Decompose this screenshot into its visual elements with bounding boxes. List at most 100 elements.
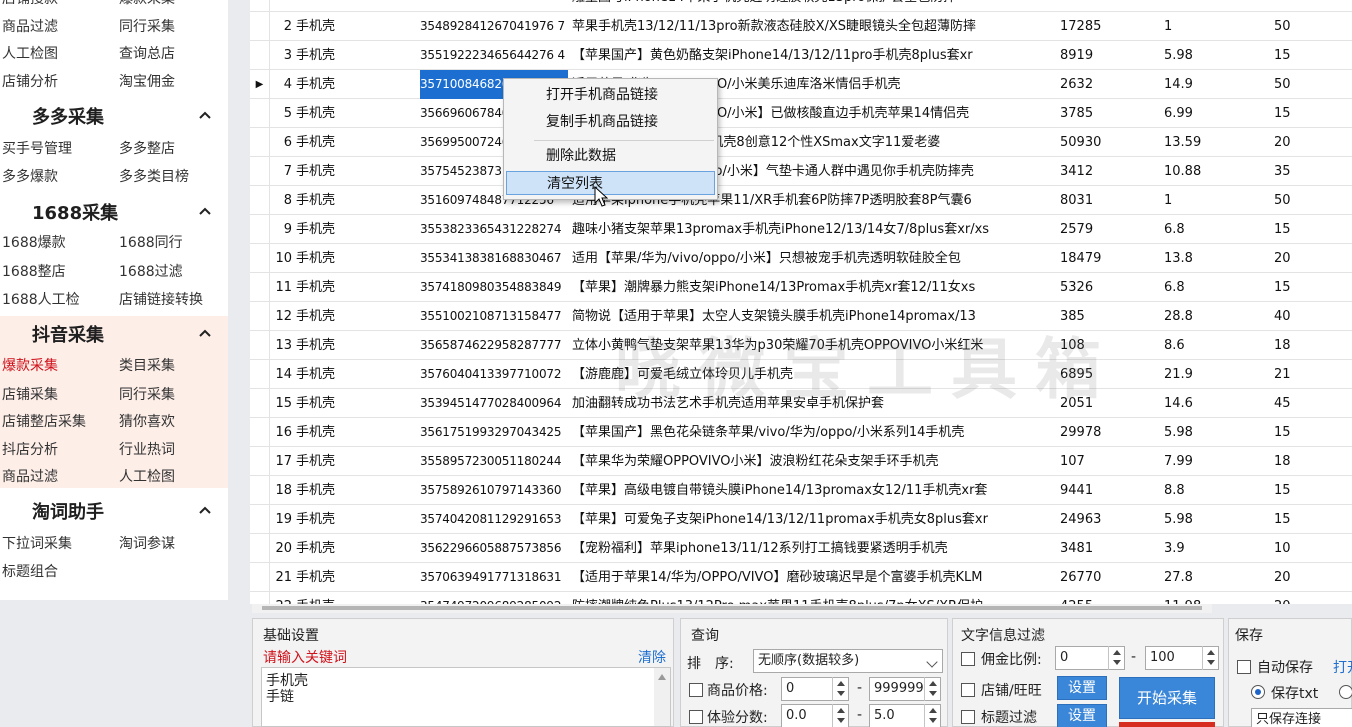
row-number[interactable] [270, 0, 292, 12]
table-row[interactable]: 13 手机壳 3565874622958287777 立体小黄鸭气垫支架苹果13华为p… [250, 331, 1352, 360]
price-cell[interactable]: 21.9 [1164, 360, 1254, 389]
price-cell[interactable]: 28.8 [1164, 302, 1254, 331]
product-id-cell[interactable]: 3558957230051180244 [420, 447, 568, 476]
product-title-cell[interactable]: 防摔潮牌纯色Plus13/12Pro max苹果11手机壳8plus/7p女XS… [572, 592, 1020, 604]
row-header[interactable] [250, 447, 270, 476]
commission-cell[interactable]: 20 [1274, 592, 1344, 604]
row-header[interactable] [250, 99, 270, 128]
sidebar-item[interactable]: 标题组合 [2, 561, 58, 583]
sidebar-item[interactable]: 1688整店 [2, 261, 66, 283]
table-row[interactable]: 11 手机壳 3574180980354883849 【苹果】潮牌暴力熊支架iPhon… [250, 273, 1352, 302]
commission-cell[interactable]: 45 [1274, 389, 1344, 418]
row-header[interactable] [250, 418, 270, 447]
table-row[interactable]: 10 手机壳 3553413838168830467 适用【苹果/华为/vivo/op… [250, 244, 1352, 273]
table-row[interactable]: 18 手机壳 3575892610797143360 【苹果】高级电镀自带镜头膜iPh… [250, 476, 1352, 505]
price-cell[interactable]: 5.98 [1164, 505, 1254, 534]
product-title-cell[interactable]: 简物说【适用于苹果】太空人支架镜头膜手机壳iPhone14promax/13 [572, 302, 1020, 331]
row-header[interactable] [250, 476, 270, 505]
product-title-cell[interactable]: 【宠粉福利】苹果iphone13/11/12系列打工搞钱要紧透明手机壳 [572, 534, 1020, 563]
row-number[interactable]: 6 [270, 128, 292, 157]
row-number[interactable]: 9 [270, 215, 292, 244]
sales-cell[interactable]: 29978 [1060, 418, 1155, 447]
save-other-radio[interactable] [1339, 685, 1352, 699]
sales-cell[interactable]: 9441 [1060, 476, 1155, 505]
shop-filter-checkbox[interactable] [961, 683, 975, 697]
sales-cell[interactable]: 50930 [1060, 128, 1155, 157]
commission-cell[interactable]: 15 [1274, 41, 1344, 70]
sidebar-item[interactable]: 买手号管理 [2, 138, 72, 160]
sidebar-group-douyin[interactable]: 抖音采集 [0, 318, 228, 348]
row-number[interactable]: 22 [270, 592, 292, 604]
score-min-stepper[interactable] [832, 704, 848, 727]
commission-cell[interactable]: 15 [1274, 505, 1344, 534]
commission-cell[interactable]: 15 [1274, 273, 1344, 302]
sidebar-item[interactable]: 店铺整店采集 [2, 411, 86, 433]
commission-cell[interactable]: 50 [1274, 186, 1344, 215]
sidebar-item[interactable]: 1688爆款 [2, 232, 66, 254]
commission-min-stepper[interactable] [1108, 646, 1124, 670]
menu-item-clear-list[interactable]: 清空列表 [506, 171, 715, 195]
sidebar-item[interactable]: 人工检图 [2, 43, 58, 65]
price-cell[interactable]: 7.99 [1164, 447, 1254, 476]
table-row[interactable]: 17 手机壳 3558957230051180244 【苹果华为荣耀OPPOVIVO小… [250, 447, 1352, 476]
sidebar-item[interactable]: 淘词参谋 [119, 533, 175, 555]
product-id-cell[interactable] [420, 0, 568, 12]
row-header[interactable] [250, 12, 270, 41]
commission-max-stepper[interactable] [1202, 646, 1218, 670]
commission-checkbox[interactable] [961, 652, 975, 666]
auto-save-checkbox[interactable] [1237, 660, 1251, 674]
category-cell[interactable]: 手机壳 [296, 505, 414, 534]
row-header[interactable] [250, 563, 270, 592]
sidebar-group-taoci[interactable]: 淘词助手 [0, 495, 228, 525]
sidebar-group-duoduo[interactable]: 多多采集 [0, 100, 228, 130]
price-cell[interactable]: 1 [1164, 186, 1254, 215]
category-cell[interactable]: 手机壳 [296, 157, 414, 186]
product-id-cell[interactable]: 3576040413397710072 [420, 360, 568, 389]
product-id-cell[interactable]: 3574180980354883849 [420, 273, 568, 302]
sidebar-item[interactable]: 店铺采集 [2, 384, 58, 406]
price-cell[interactable]: 3.9 [1164, 534, 1254, 563]
sidebar-item[interactable]: 多多爆款 [2, 166, 58, 188]
row-number[interactable]: 21 [270, 563, 292, 592]
row-number[interactable]: 14 [270, 360, 292, 389]
product-title-cell[interactable]: 【苹果国产】黄色奶酪支架iPhone14/13/12/11pro手机壳8plus… [572, 41, 1020, 70]
price-cell[interactable]: 8.8 [1164, 476, 1254, 505]
category-cell[interactable]: 手机壳 [296, 592, 414, 604]
row-number[interactable]: 10 [270, 244, 292, 273]
product-title-cell[interactable]: 【苹果】可爱兔子支架iPhone14/13/12/11promax手机壳女8pl… [572, 505, 1020, 534]
title-filter-checkbox[interactable] [961, 710, 975, 724]
price-cell[interactable]: 13.8 [1164, 244, 1254, 273]
commission-cell[interactable]: 40 [1274, 302, 1344, 331]
sales-cell[interactable]: 385 [1060, 302, 1155, 331]
price-cell[interactable]: 10.88 [1164, 157, 1254, 186]
sales-cell[interactable]: 8919 [1060, 41, 1155, 70]
product-id-cell[interactable]: 3547497209689285092 [420, 592, 568, 604]
product-id-cell[interactable]: 3575892610797143360 [420, 476, 568, 505]
sidebar-item[interactable]: 类目采集 [119, 355, 175, 377]
row-header[interactable] [250, 302, 270, 331]
commission-cell[interactable]: 20 [1274, 244, 1344, 273]
commission-cell[interactable]: 18 [1274, 331, 1344, 360]
category-cell[interactable]: 手机壳 [296, 360, 414, 389]
commission-cell[interactable]: 18 [1274, 447, 1344, 476]
row-number[interactable]: 5 [270, 99, 292, 128]
sidebar-item[interactable]: 淘宝佣金 [119, 71, 175, 93]
commission-cell[interactable]: 15 [1274, 99, 1344, 128]
sidebar-item[interactable]: 1688过滤 [119, 261, 183, 283]
sales-cell[interactable]: 24963 [1060, 505, 1155, 534]
row-header[interactable] [250, 244, 270, 273]
category-cell[interactable]: 手机壳 [296, 476, 414, 505]
save-mode-select[interactable]: 只保存连接 [1251, 708, 1352, 727]
table-row[interactable]: 20 手机壳 3562296605887573856 【宠粉福利】苹果iphone13… [250, 534, 1352, 563]
price-cell[interactable]: 13.59 [1164, 128, 1254, 157]
category-cell[interactable]: 手机壳 [296, 418, 414, 447]
product-title-cell[interactable]: 【苹果华为荣耀OPPOVIVO小米】波浪粉红花朵支架手环手机壳 [572, 447, 1020, 476]
product-title-cell[interactable]: 【苹果】高级电镀自带镜头膜iPhone14/13promax女12/11手机壳x… [572, 476, 1020, 505]
price-max-stepper[interactable] [924, 677, 940, 701]
start-collect-button[interactable]: 开始采集 [1119, 677, 1215, 719]
category-cell[interactable]: 手机壳 [296, 41, 414, 70]
commission-cell[interactable]: 10 [1274, 534, 1344, 563]
commission-cell[interactable]: 15 [1274, 476, 1344, 505]
sidebar-item[interactable]: 查询总店 [119, 43, 175, 65]
table-row[interactable]: 雕童图号iPhone14苹果手机壳透明硅胶软壳13pro保护套全包防摔 [250, 0, 1352, 12]
